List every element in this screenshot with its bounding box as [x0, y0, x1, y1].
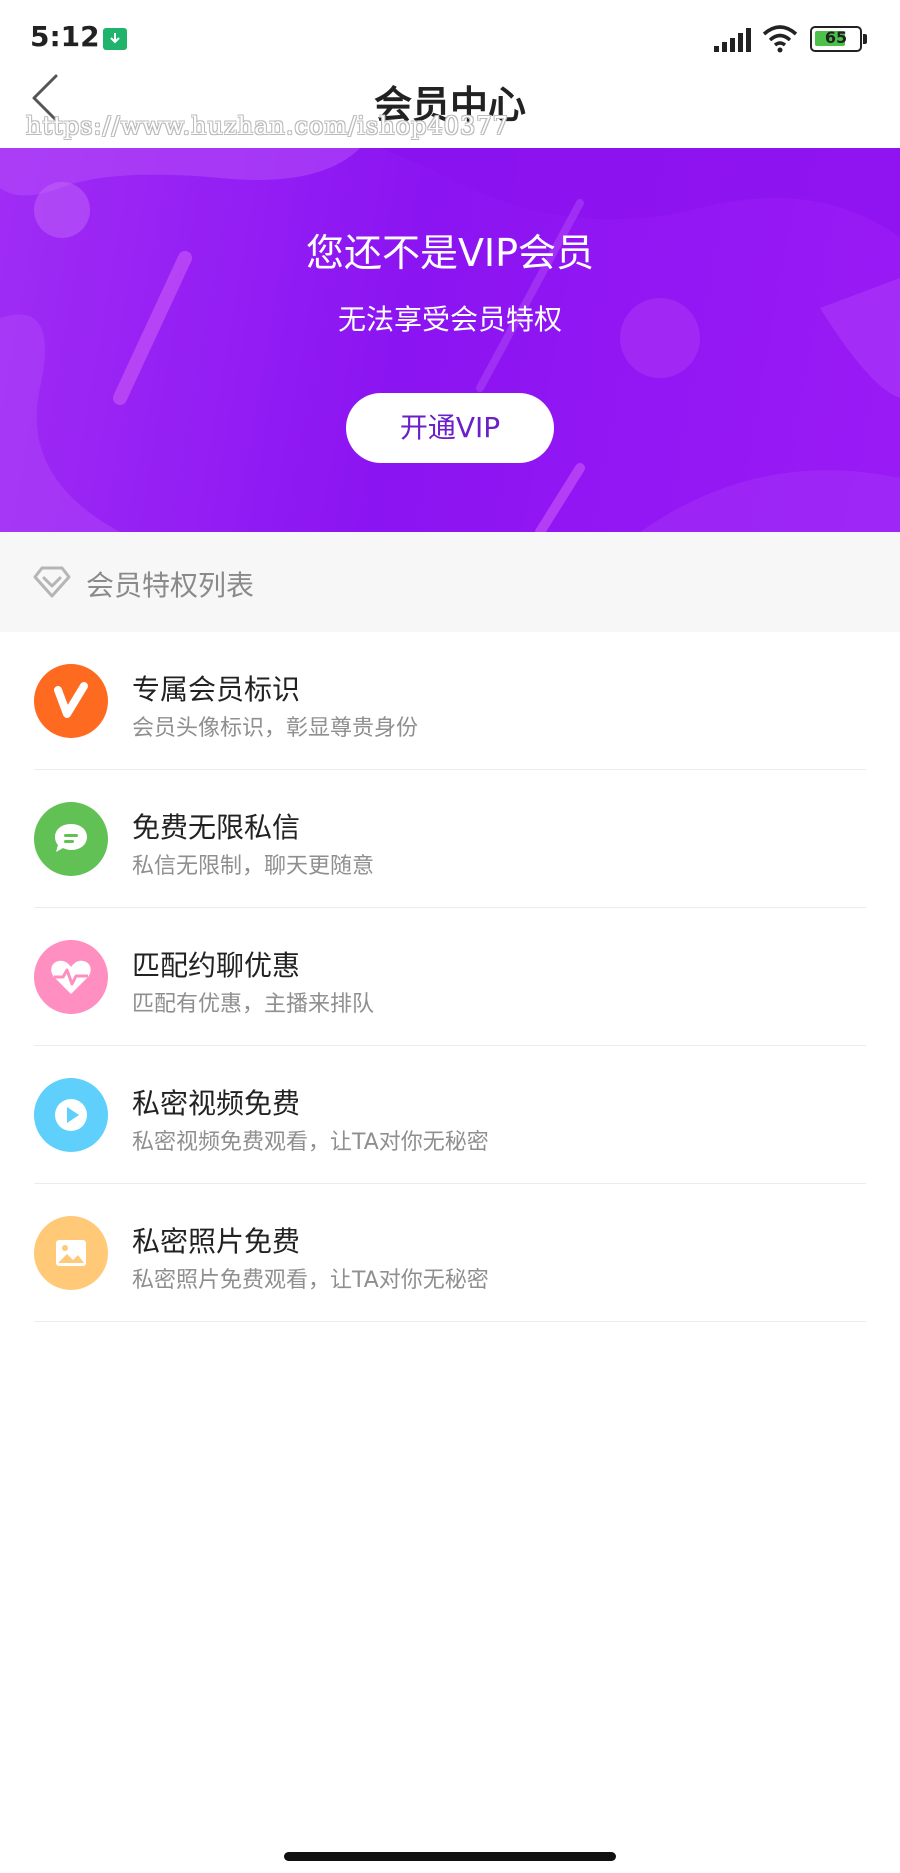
privilege-list-header: 会员特权列表 — [0, 532, 900, 632]
diamond-icon — [33, 566, 71, 598]
heart-pulse-icon — [34, 940, 108, 1014]
privilege-item-vip-badge[interactable]: 专属会员标识 会员头像标识，彰显尊贵身份 — [0, 632, 900, 770]
item-title: 私密视频免费 — [132, 1087, 301, 1120]
item-title: 私密照片免费 — [132, 1225, 301, 1258]
banner-decoration — [0, 148, 900, 532]
chat-bubble-icon — [34, 802, 108, 876]
item-desc: 私信无限制，聊天更随意 — [132, 854, 375, 879]
privilege-item-private-video[interactable]: 私密视频免费 私密视频免费观看，让TA对你无秘密 — [0, 1046, 900, 1184]
watermark-text: https://www.huzhan.com/ishop40377 — [26, 112, 509, 140]
banner-subtitle: 无法享受会员特权 — [337, 303, 562, 336]
divider — [34, 1321, 866, 1322]
item-desc: 会员头像标识，彰显尊贵身份 — [132, 716, 419, 741]
item-desc: 匹配有优惠，主播来排队 — [132, 992, 375, 1017]
home-indicator[interactable] — [284, 1852, 616, 1861]
privilege-item-private-photo[interactable]: 私密照片免费 私密照片免费观看，让TA对你无秘密 — [0, 1184, 900, 1322]
privilege-item-match-discount[interactable]: 匹配约聊优惠 匹配有优惠，主播来排队 — [0, 908, 900, 1046]
banner-title: 您还不是VIP会员 — [305, 231, 595, 275]
section-title: 会员特权列表 — [86, 569, 255, 602]
play-icon — [34, 1078, 108, 1152]
open-vip-button[interactable]: 开通VIP — [346, 393, 554, 463]
wifi-icon — [762, 25, 798, 53]
cellular-signal-icon — [714, 28, 751, 52]
battery-icon: 65 — [810, 24, 868, 54]
nav-bar: 会员中心 https://www.huzhan.com/ishop40377 — [0, 72, 900, 148]
item-title: 免费无限私信 — [132, 811, 301, 844]
privilege-item-free-messages[interactable]: 免费无限私信 私信无限制，聊天更随意 — [0, 770, 900, 908]
item-title: 专属会员标识 — [132, 673, 301, 706]
privilege-list: 专属会员标识 会员头像标识，彰显尊贵身份 免费无限私信 私信无限制，聊天更随意 … — [0, 632, 900, 1322]
vip-banner: 您还不是VIP会员 无法享受会员特权 开通VIP — [0, 148, 900, 532]
item-desc: 私密视频免费观看，让TA对你无秘密 — [132, 1130, 489, 1155]
image-icon — [34, 1216, 108, 1290]
download-icon — [103, 28, 127, 50]
battery-level: 65 — [824, 28, 848, 47]
vip-badge-icon — [34, 664, 108, 738]
item-title: 匹配约聊优惠 — [132, 949, 301, 982]
status-bar: 5:12 65 — [0, 0, 900, 72]
status-time: 5:12 — [30, 20, 100, 53]
item-desc: 私密照片免费观看，让TA对你无秘密 — [132, 1268, 489, 1293]
